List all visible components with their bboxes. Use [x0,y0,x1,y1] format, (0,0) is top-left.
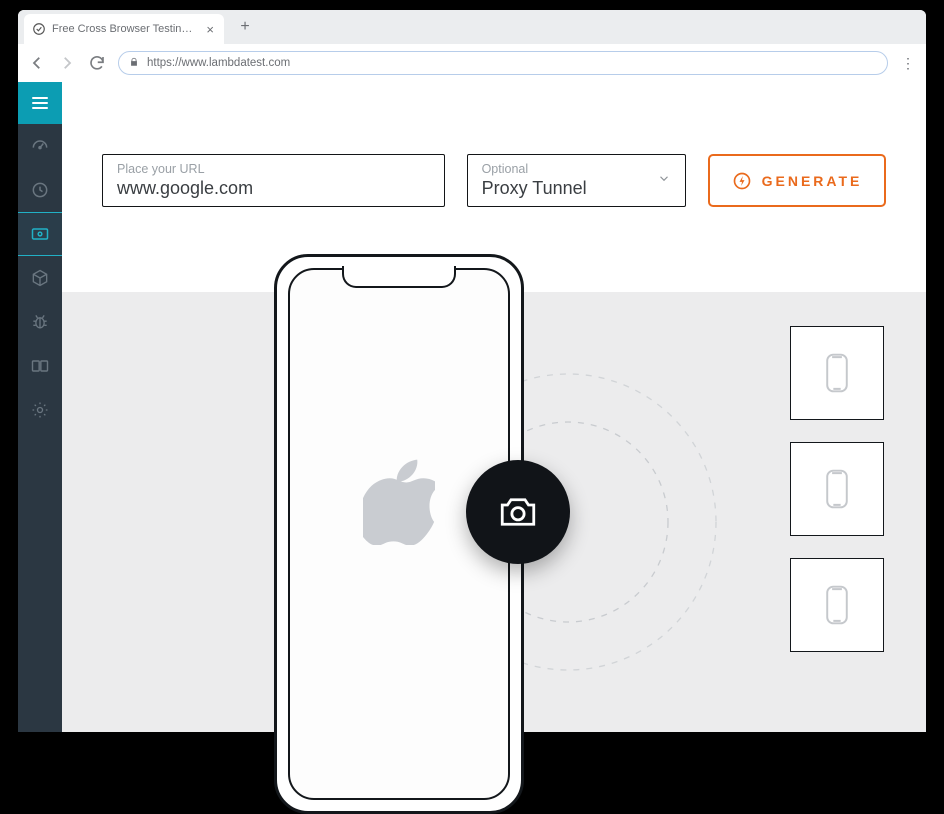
app-viewport: Place your URL www.google.com Optional P… [18,82,926,732]
reload-button[interactable] [88,54,106,72]
sidebar-item-settings[interactable] [18,388,62,432]
tab-strip: Free Cross Browser Testing Clou × + [18,10,926,44]
new-tab-button[interactable]: + [232,14,258,40]
browser-chrome: Free Cross Browser Testing Clou × + http… [18,10,926,82]
sidebar-item-dashboard[interactable] [18,124,62,168]
controls-row: Place your URL www.google.com Optional P… [62,82,926,207]
bug-icon [30,312,50,332]
device-thumbnails [790,326,884,652]
dashboard-icon [30,136,50,156]
address-bar[interactable]: https://www.lambdatest.com [118,51,888,75]
generate-label: GENERATE [762,173,863,189]
lock-icon [129,56,139,71]
generate-button[interactable]: GENERATE [708,154,886,207]
history-icon [30,180,50,200]
phone-notch [342,266,456,288]
sidebar-item-history[interactable] [18,168,62,212]
sidebar-item-compare[interactable] [18,344,62,388]
sidebar-item-visual-ui[interactable] [18,212,62,256]
capture-button[interactable] [466,460,570,564]
tab-title: Free Cross Browser Testing Clou [52,23,198,35]
bolt-icon [732,171,752,191]
device-icon [822,351,852,395]
favicon [32,22,46,36]
sidebar [18,82,62,732]
url-text: https://www.lambdatest.com [147,57,290,69]
tunnel-value: Proxy Tunnel [482,178,671,199]
compare-icon [30,356,50,376]
tunnel-label: Optional [482,162,671,176]
close-tab-icon[interactable]: × [204,22,216,37]
chevron-down-icon [657,171,671,190]
url-input-value: www.google.com [117,178,430,199]
apple-icon [363,459,435,545]
settings-icon [30,400,50,420]
browser-tab[interactable]: Free Cross Browser Testing Clou × [24,14,224,44]
device-icon [822,467,852,511]
camera-icon [494,491,542,533]
forward-button[interactable] [58,54,76,72]
browser-menu-icon[interactable]: ⋮ [900,55,916,72]
address-bar-row: https://www.lambdatest.com ⋮ [18,44,926,82]
device-icon [822,583,852,627]
url-input-label: Place your URL [117,162,430,176]
device-thumb-1[interactable] [790,326,884,420]
window-frame: Free Cross Browser Testing Clou × + http… [4,4,940,746]
hamburger-button[interactable] [18,82,62,124]
package-icon [30,268,50,288]
tunnel-select[interactable]: Optional Proxy Tunnel [467,154,686,207]
sidebar-item-bug[interactable] [18,300,62,344]
sidebar-item-package[interactable] [18,256,62,300]
visual-ui-icon [30,224,50,244]
url-input[interactable]: Place your URL www.google.com [102,154,445,207]
device-thumb-3[interactable] [790,558,884,652]
hamburger-icon [32,97,48,109]
device-thumb-2[interactable] [790,442,884,536]
back-button[interactable] [28,54,46,72]
